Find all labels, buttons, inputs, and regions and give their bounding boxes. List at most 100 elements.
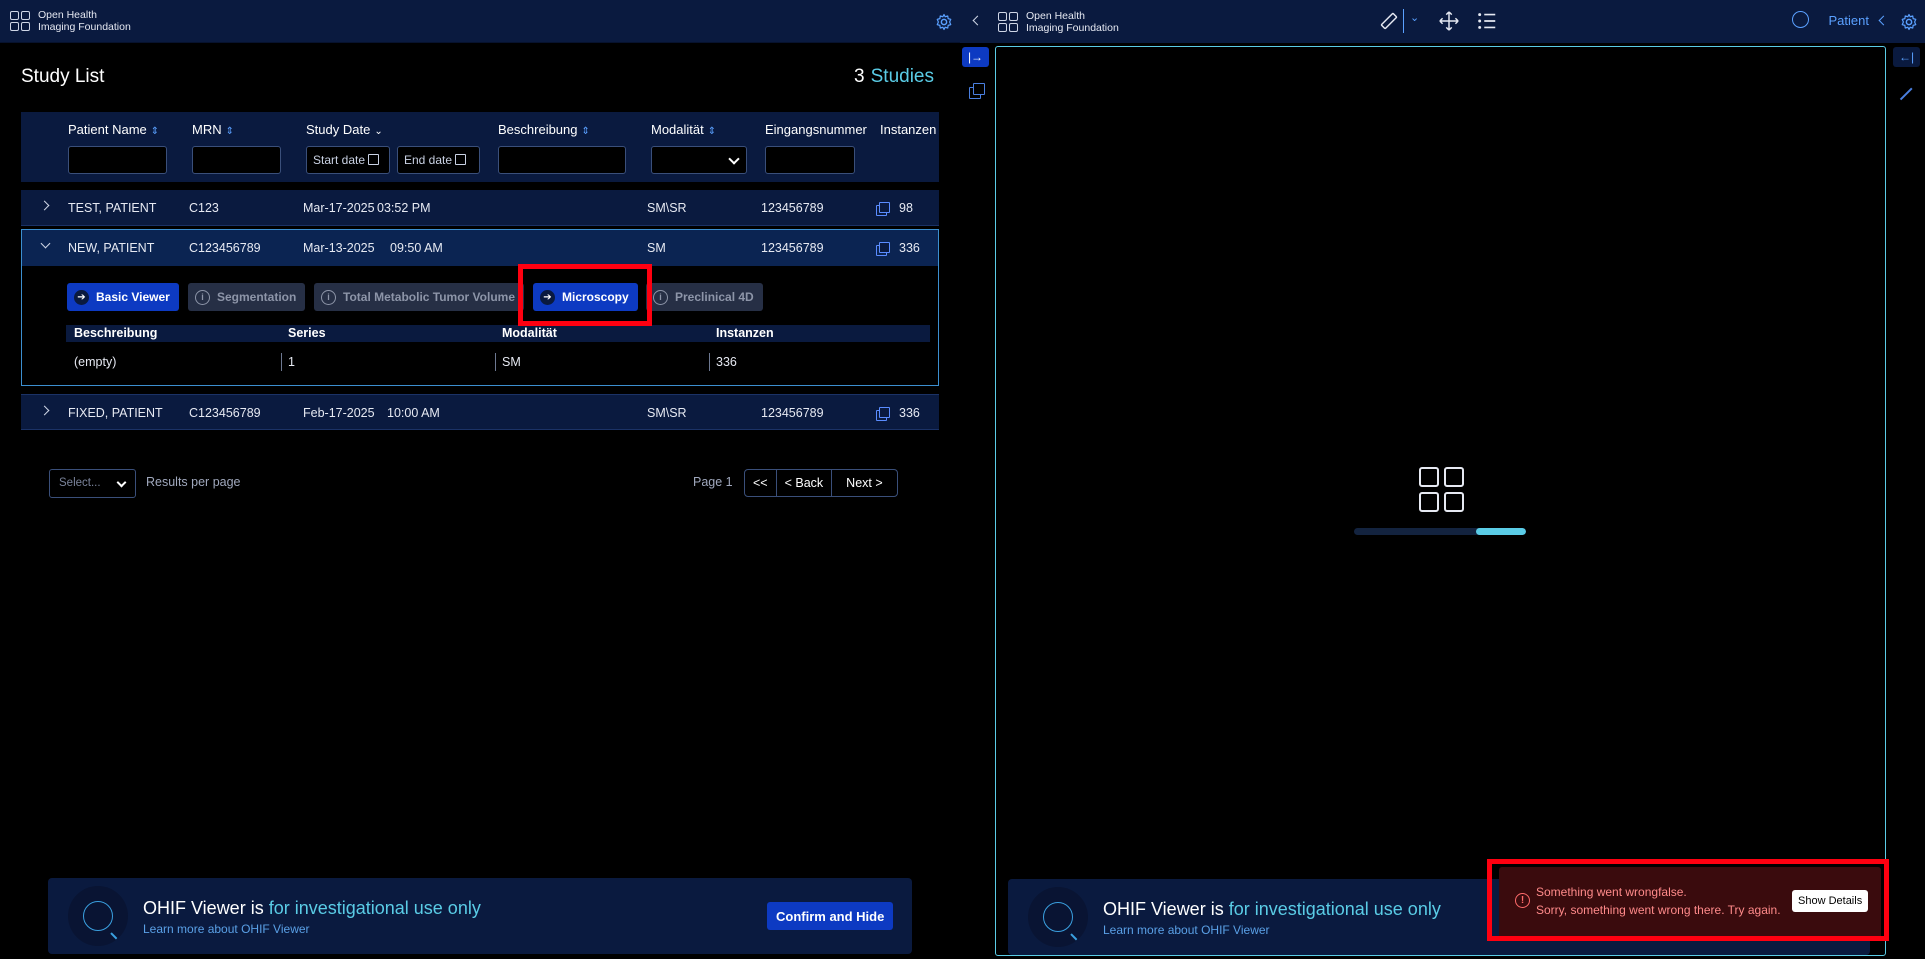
patient-icon[interactable]: [1792, 11, 1809, 28]
pan-move-icon[interactable]: [1438, 10, 1460, 32]
ohif-logo[interactable]: Open Health Imaging Foundation: [10, 9, 131, 33]
ruler-icon[interactable]: [1378, 10, 1400, 32]
series-col-series: Series: [288, 326, 326, 340]
description-input[interactable]: [498, 146, 626, 174]
sort-icon: ⇕: [581, 126, 590, 137]
settings-gear-icon[interactable]: [1900, 13, 1918, 31]
mode-preclinical-4d-button[interactable]: i Preclinical 4D: [646, 283, 763, 311]
modality-select[interactable]: [651, 146, 747, 174]
loading-grid-icon: [1419, 467, 1465, 513]
chevron-right-icon[interactable]: [39, 200, 50, 211]
learn-more-link[interactable]: Learn more about OHIF Viewer: [1103, 923, 1270, 937]
study-count-number: 3: [854, 66, 865, 87]
sort-desc-icon: ⌄: [374, 126, 383, 137]
calendar-icon: [455, 154, 467, 166]
chevron-down-icon: [728, 153, 740, 165]
first-page-button[interactable]: <<: [745, 470, 777, 496]
logo-grid-icon: [998, 11, 1018, 32]
row-instances: 336: [899, 241, 920, 255]
page-number-label: Page 1: [693, 475, 733, 489]
column-instances[interactable]: Instanzen: [880, 122, 936, 137]
series-col-description: Beschreibung: [74, 326, 158, 340]
study-list-filters: Patient Name ⇕ MRN ⇕ Study Date ⌄ Beschreib…: [21, 112, 939, 182]
pagination-controls: << < Back Next >: [744, 469, 898, 497]
column-divider: [281, 353, 282, 371]
mode-label: Preclinical 4D: [675, 290, 754, 304]
measurement-icon[interactable]: [1896, 85, 1914, 103]
info-icon: i: [653, 289, 668, 305]
logo-line-1: Open Health: [1026, 9, 1085, 22]
column-modality[interactable]: Modalität ⇕: [651, 122, 716, 137]
tool-dropdown-chevron-icon[interactable]: ⌄: [1410, 11, 1419, 24]
mode-basic-viewer-button[interactable]: ➔ Basic Viewer: [67, 283, 179, 311]
info-icon: i: [321, 289, 336, 305]
row-mrn: C123: [189, 201, 219, 215]
chevron-right-icon[interactable]: [39, 405, 50, 416]
column-patient-name-label: Patient Name: [68, 122, 147, 137]
mode-label: Segmentation: [217, 290, 297, 304]
row-instances: 336: [899, 406, 920, 420]
study-row[interactable]: TEST, PATIENT C123 Mar-17-2025 03:52 PM …: [21, 190, 939, 226]
confirm-and-hide-button[interactable]: Confirm and Hide: [767, 902, 894, 930]
banner-title-accent: for investigational use only: [1228, 899, 1441, 919]
right-side-panel-strip: ←|: [1886, 43, 1925, 959]
learn-more-link[interactable]: Learn more about OHIF Viewer: [143, 922, 310, 936]
column-description-label: Beschreibung: [498, 122, 578, 137]
viewer-header: Open Health Imaging Foundation ⌄ Patient: [960, 0, 1925, 43]
highlight-microscopy: [518, 264, 652, 326]
column-study-date[interactable]: Study Date ⌄: [306, 122, 383, 137]
accession-input[interactable]: [765, 146, 855, 174]
list-icon[interactable]: [1476, 10, 1498, 32]
row-accession: 123456789: [761, 201, 824, 215]
study-row-expanded[interactable]: NEW, PATIENT C123456789 Mar-13-2025 09:5…: [22, 230, 938, 266]
row-patient-name: TEST, PATIENT: [68, 201, 157, 215]
column-divider: [709, 353, 710, 371]
logo-text: Open Health Imaging Foundation: [38, 9, 131, 33]
mode-tmtv-button[interactable]: i Total Metabolic Tumor Volume: [314, 283, 525, 311]
settings-gear-icon[interactable]: [935, 13, 953, 31]
column-divider: [495, 353, 496, 371]
collapse-panel-icon[interactable]: ←|: [1893, 47, 1920, 67]
study-row[interactable]: FIXED, PATIENT C123456789 Feb-17-2025 10…: [21, 394, 939, 430]
start-date-input[interactable]: Start date: [306, 146, 390, 174]
chevron-down-icon[interactable]: [40, 238, 51, 249]
patient-name-input[interactable]: [68, 146, 167, 174]
left-side-panel-strip: |→: [960, 43, 995, 959]
row-patient-name: FIXED, PATIENT: [68, 406, 163, 420]
mode-label: Total Metabolic Tumor Volume: [343, 290, 516, 304]
expand-panel-icon[interactable]: |→: [962, 47, 989, 67]
series-col-modality: Modalität: [502, 326, 557, 340]
series-instances: 336: [716, 355, 737, 369]
results-per-page-select[interactable]: Select...: [49, 469, 136, 498]
row-modality: SM\SR: [647, 406, 687, 420]
user-search-icon: [68, 886, 128, 946]
column-description[interactable]: Beschreibung ⇕: [498, 122, 590, 137]
start-date-placeholder: Start date: [313, 153, 366, 167]
tool-divider: [1403, 9, 1404, 33]
column-patient-name[interactable]: Patient Name ⇕: [68, 122, 159, 137]
row-mrn: C123456789: [189, 241, 261, 255]
patient-info-toggle[interactable]: Patient: [1829, 13, 1869, 28]
column-mrn[interactable]: MRN ⇕: [192, 122, 234, 137]
study-count: 3 Studies: [854, 66, 934, 88]
ohif-logo[interactable]: Open Health Imaging Foundation: [998, 10, 1119, 34]
row-instances: 98: [899, 201, 913, 215]
chevron-left-icon[interactable]: [1878, 15, 1889, 26]
series-modality: SM: [502, 355, 521, 369]
column-modality-label: Modalität: [651, 122, 704, 137]
banner-title-prefix: OHIF Viewer is: [143, 898, 269, 918]
next-page-button[interactable]: Next >: [832, 470, 896, 496]
previous-page-button[interactable]: < Back: [777, 470, 833, 496]
series-description: (empty): [74, 355, 117, 369]
end-date-input[interactable]: End date: [397, 146, 480, 174]
mrn-input[interactable]: [192, 146, 281, 174]
chevron-left-icon[interactable]: [972, 15, 983, 26]
series-stack-icon[interactable]: [969, 83, 985, 99]
viewer-viewport[interactable]: OHIF Viewer is for investigational use o…: [995, 46, 1886, 956]
row-accession: 123456789: [761, 241, 824, 255]
banner-title-prefix: OHIF Viewer is: [1103, 899, 1229, 919]
series-col-instances: Instanzen: [716, 326, 774, 340]
column-accession[interactable]: Eingangsnummer: [765, 122, 867, 137]
mode-segmentation-button[interactable]: i Segmentation: [188, 283, 306, 311]
banner-title: OHIF Viewer is for investigational use o…: [1103, 899, 1441, 920]
